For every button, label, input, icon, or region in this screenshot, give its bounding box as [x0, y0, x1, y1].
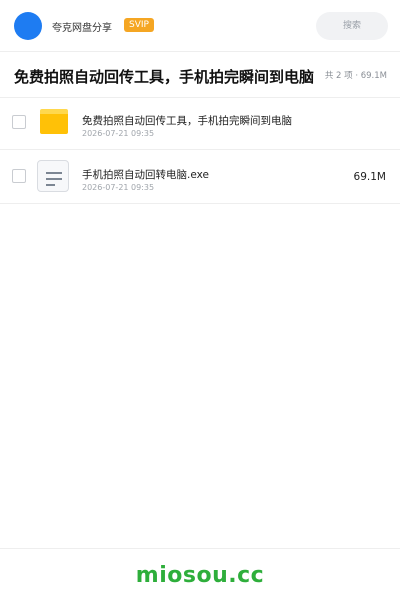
- file-name[interactable]: 手机拍照自动回转电脑.exe: [82, 167, 209, 182]
- file-name[interactable]: 免费拍照自动回传工具，手机拍完瞬间到电脑: [82, 113, 292, 128]
- folder-icon: [40, 109, 68, 134]
- brand-logo-text: miosou.cc: [135, 563, 265, 588]
- top-header: 夸克网盘分享 SVIP 搜索: [0, 0, 400, 52]
- file-size: 69.1M: [353, 171, 386, 183]
- file-date: 2026-07-21 09:35: [82, 183, 155, 192]
- user-name[interactable]: 夸克网盘分享: [52, 19, 112, 34]
- footer-watermark: miosou.cc: [0, 548, 400, 600]
- file-date: 2026-07-21 09:35: [82, 129, 155, 138]
- page-title: 免费拍照自动回传工具，手机拍完瞬间到电脑: [14, 68, 315, 86]
- file-icon: [37, 160, 69, 192]
- svip-badge: SVIP: [124, 18, 154, 32]
- share-title-bar: 免费拍照自动回传工具，手机拍完瞬间到电脑 共 2 项 · 69.1M: [0, 52, 400, 98]
- file-row[interactable]: 手机拍照自动回转电脑.exe 2026-07-21 09:35 69.1M: [0, 150, 400, 204]
- row-checkbox[interactable]: [12, 169, 26, 183]
- row-checkbox[interactable]: [12, 115, 26, 129]
- search-input[interactable]: 搜索: [316, 12, 388, 40]
- file-row[interactable]: 免费拍照自动回传工具，手机拍完瞬间到电脑 2026-07-21 09:35: [0, 96, 400, 150]
- avatar[interactable]: [14, 12, 42, 40]
- item-summary: 共 2 项 · 69.1M: [324, 71, 387, 81]
